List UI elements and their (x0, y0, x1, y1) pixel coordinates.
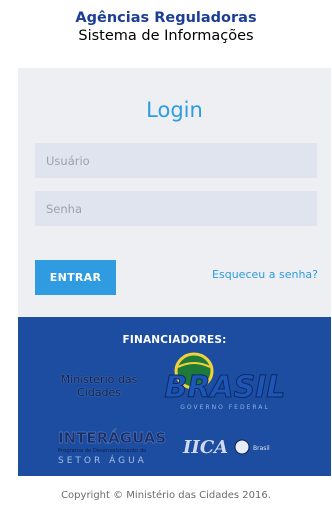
ministerio-line2: Cidades (77, 386, 121, 399)
iica-wordmark: IICA (182, 437, 228, 458)
app-title: Agências Reguladoras (75, 10, 257, 26)
copyright-text: Copyright © Ministério das Cidades 2016. (61, 490, 271, 501)
interaguas-title: INTERÁGUAS (58, 428, 166, 447)
iica-country: Brasil (253, 445, 270, 452)
ministerio-line1: Ministério das (60, 373, 138, 386)
login-button[interactable]: ENTRAR (35, 260, 116, 295)
sponsors-section: FINANCIADORES: Ministério das Cidades BR… (18, 317, 331, 476)
forgot-password-link[interactable]: Esqueceu a senha? (212, 268, 318, 281)
page-header: Agências Reguladoras Sistema de Informaç… (0, 9, 332, 46)
ministerio-cidades-logo: Ministério das Cidades (54, 373, 144, 399)
interaguas-subtitle: Programa de Desenvolvimento do (58, 448, 146, 454)
password-input[interactable] (35, 191, 317, 226)
app-subtitle: Sistema de Informações (78, 28, 254, 44)
username-input[interactable] (35, 143, 317, 178)
interaguas-logo: INTERÁGUAS Programa de Desenvolvimento d… (58, 428, 166, 466)
brasil-governo-federal-logo: BRASIL GOVERNO FEDERAL (164, 352, 286, 411)
brasil-subtext: GOVERNO FEDERAL (180, 404, 269, 411)
sponsors-label: FINANCIADORES: (122, 334, 227, 346)
login-panel: Login ENTRAR Esqueceu a senha? FINANCIAD… (18, 68, 331, 476)
brasil-wordmark: BRASIL (164, 370, 285, 405)
iica-logo: IICA Brasil (182, 437, 270, 458)
interaguas-subtitle2: SETOR ÁGUA (58, 454, 147, 466)
login-title: Login (146, 98, 203, 122)
iica-globe-icon (234, 439, 250, 455)
